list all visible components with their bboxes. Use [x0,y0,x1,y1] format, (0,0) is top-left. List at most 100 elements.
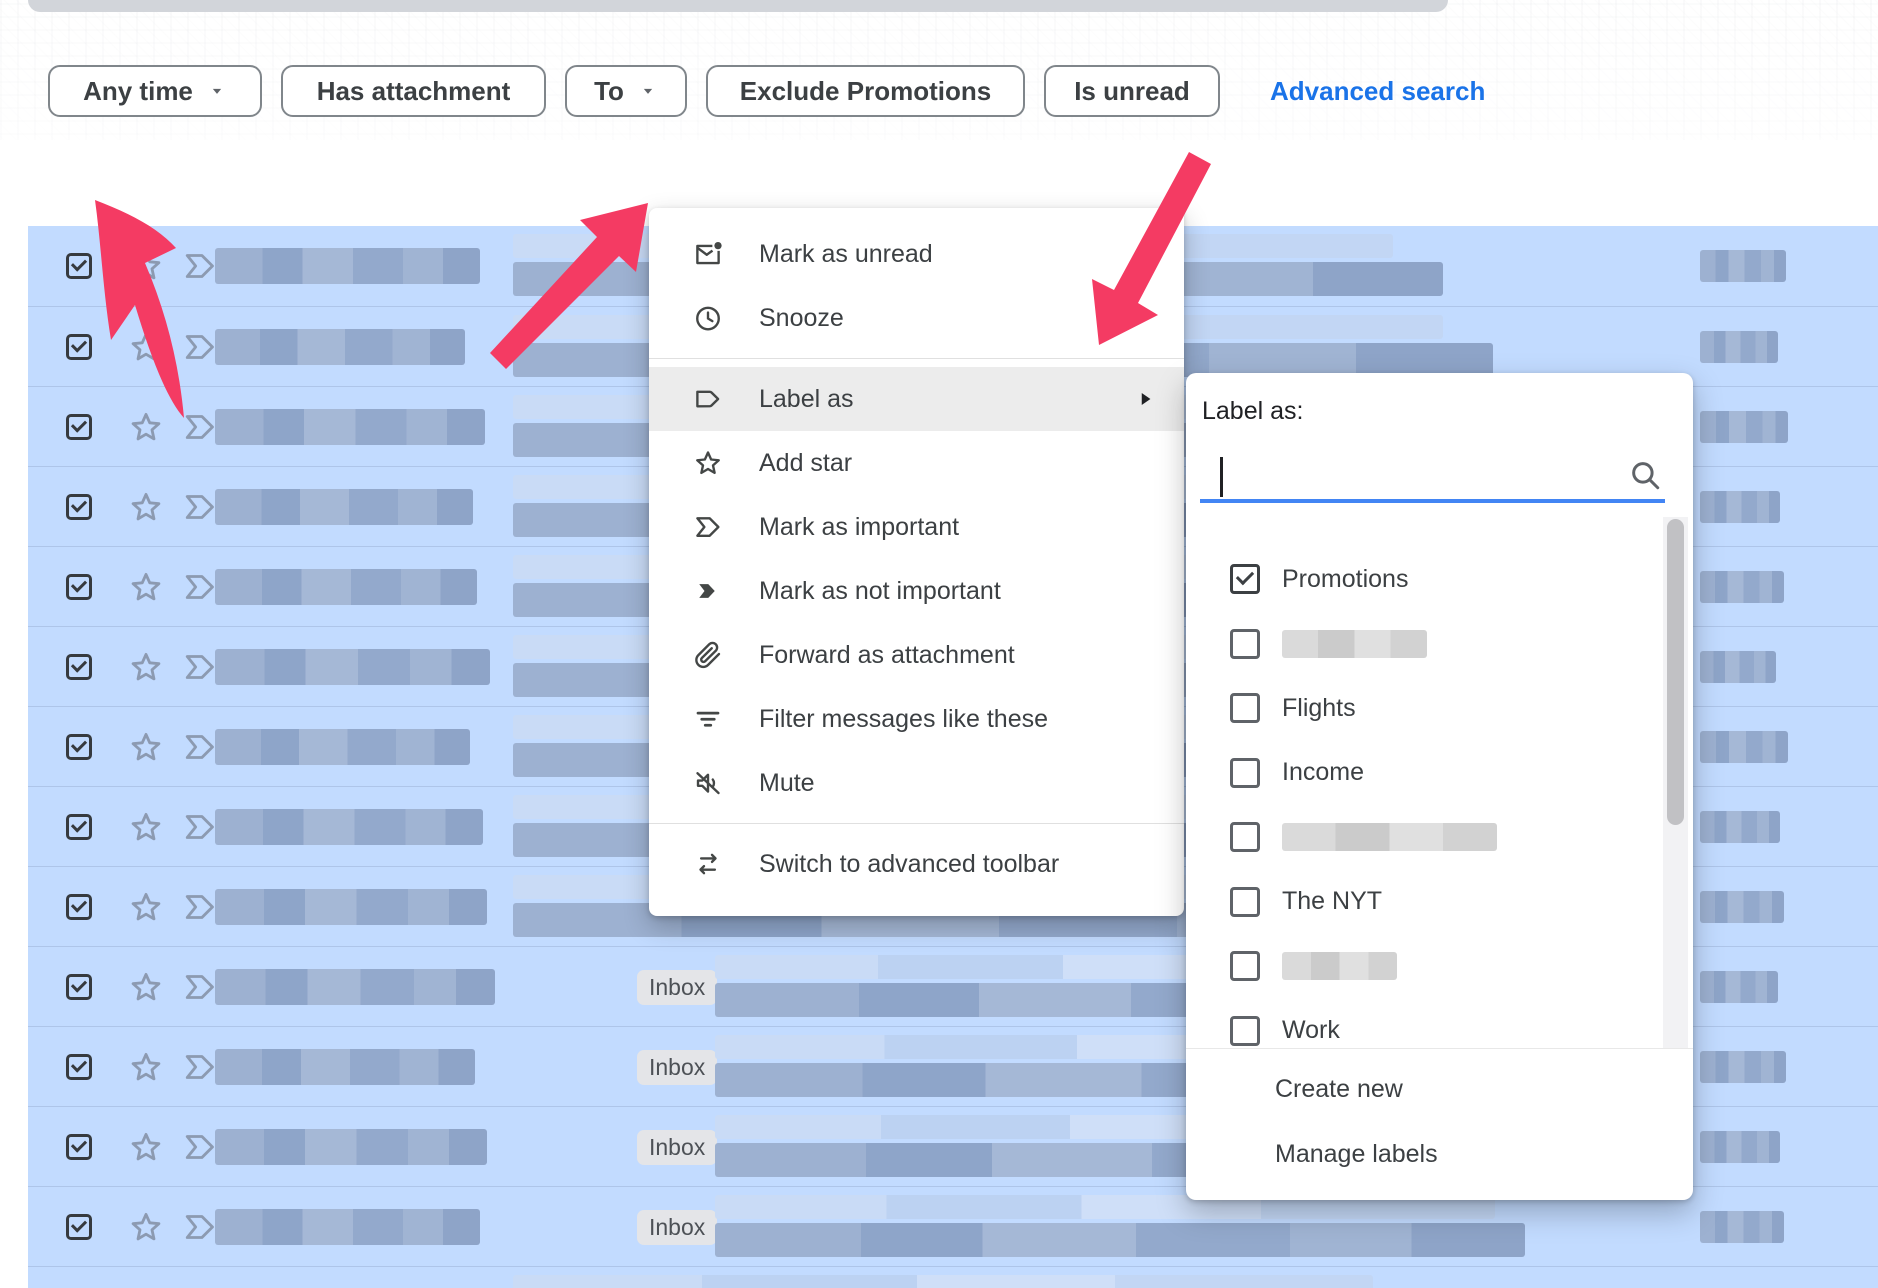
label-option[interactable]: Flights [1186,676,1693,741]
star-icon[interactable] [128,889,164,925]
blurred-date-text [1700,971,1778,1003]
menu-item-filter-messages[interactable]: Filter messages like these [649,687,1184,751]
blurred-sender-text [215,889,487,925]
filter-chip-exclude-promotions[interactable]: Exclude Promotions [706,65,1025,117]
star-icon[interactable] [128,1129,164,1165]
email-row[interactable] [28,1266,1878,1288]
label-checkbox[interactable] [1230,822,1260,852]
window-top-edge [28,0,1448,12]
blurred-sender-text [215,248,480,284]
filter-chip-to[interactable]: To [565,65,687,117]
row-checkbox[interactable] [66,654,92,680]
row-checkbox[interactable] [66,574,92,600]
star-icon[interactable] [128,329,164,365]
create-new-label-button[interactable]: Create new [1275,1075,1403,1104]
blurred-date-text [1700,491,1780,523]
importance-marker-icon[interactable] [182,1209,218,1245]
menu-item-snooze[interactable]: Snooze [649,286,1184,350]
menu-item-mute[interactable]: Mute [649,751,1184,815]
label-checkbox[interactable] [1230,1016,1260,1046]
menu-item-switch-to-advanced-toolbar[interactable]: Switch to advanced toolbar [649,832,1184,896]
menu-item-mark-as-not-important[interactable]: Mark as not important [649,559,1184,623]
inbox-label-chip[interactable]: Inbox [637,1210,717,1245]
importance-marker-icon[interactable] [182,248,218,284]
star-icon[interactable] [128,409,164,445]
chip-label: Any time [83,76,193,107]
row-checkbox[interactable] [66,1054,92,1080]
blurred-date-text [1700,571,1784,603]
importance-marker-icon[interactable] [182,729,218,765]
star-icon[interactable] [128,1209,164,1245]
menu-item-mark-as-unread[interactable]: Mark as unread [649,222,1184,286]
label-option[interactable]: Income [1186,741,1693,806]
scrollbar-thumb[interactable] [1667,519,1684,825]
switch-toolbar-icon [693,849,723,879]
row-checkbox[interactable] [66,334,92,360]
star-icon[interactable] [128,569,164,605]
label-option[interactable] [1186,612,1693,677]
row-checkbox[interactable] [66,494,92,520]
inbox-label-chip[interactable]: Inbox [637,1130,717,1165]
filter-chip-is-unread[interactable]: Is unread [1044,65,1220,117]
label-icon [693,384,723,414]
label-checkbox[interactable] [1230,758,1260,788]
inbox-label-chip[interactable]: Inbox [637,970,717,1005]
star-icon[interactable] [128,1049,164,1085]
importance-marker-icon[interactable] [182,409,218,445]
star-icon[interactable] [128,248,164,284]
importance-marker-icon[interactable] [182,889,218,925]
star-icon[interactable] [128,809,164,845]
label-checkbox[interactable] [1230,629,1260,659]
row-checkbox[interactable] [66,414,92,440]
not-important-icon [693,576,723,606]
label-option[interactable]: Promotions [1186,547,1693,612]
blurred-date-text [1700,1131,1780,1163]
importance-marker-icon[interactable] [182,969,218,1005]
blurred-sender-text [215,489,473,525]
advanced-search-link[interactable]: Advanced search [1270,76,1485,107]
row-checkbox[interactable] [66,253,92,279]
importance-marker-icon[interactable] [182,329,218,365]
menu-item-label-as[interactable]: Label as [649,367,1184,431]
importance-marker-icon[interactable] [182,1129,218,1165]
importance-marker-icon[interactable] [182,649,218,685]
blurred-sender-text [215,729,470,765]
row-checkbox[interactable] [66,814,92,840]
blurred-date-text [1700,1211,1784,1243]
star-icon[interactable] [128,649,164,685]
star-icon[interactable] [128,489,164,525]
label-option[interactable] [1186,805,1693,870]
menu-item-mark-as-important[interactable]: Mark as important [649,495,1184,559]
label-search-input[interactable] [1200,451,1665,503]
row-checkbox[interactable] [66,974,92,1000]
blurred-date-text [1700,411,1788,443]
blurred-sender-text [215,569,477,605]
blurred-date-text [1700,651,1776,683]
importance-marker-icon[interactable] [182,1049,218,1085]
filter-chip-any-time[interactable]: Any time [48,65,262,117]
manage-labels-button[interactable]: Manage labels [1275,1140,1438,1169]
importance-marker-icon[interactable] [182,809,218,845]
label-checkbox[interactable] [1230,693,1260,723]
label-name: Promotions [1282,565,1408,594]
label-checkbox[interactable] [1230,564,1260,594]
row-checkbox[interactable] [66,734,92,760]
importance-marker-icon[interactable] [182,489,218,525]
label-checkbox[interactable] [1230,887,1260,917]
label-checkbox[interactable] [1230,951,1260,981]
chip-label: Is unread [1074,76,1190,107]
menu-item-forward-as-attachment[interactable]: Forward as attachment [649,623,1184,687]
importance-marker-icon[interactable] [182,569,218,605]
row-checkbox[interactable] [66,1214,92,1240]
star-icon[interactable] [128,729,164,765]
menu-item-add-star[interactable]: Add star [649,431,1184,495]
filter-chip-has-attachment[interactable]: Has attachment [281,65,546,117]
row-checkbox[interactable] [66,1134,92,1160]
inbox-label-chip[interactable]: Inbox [637,1050,717,1085]
attachment-icon [693,640,723,670]
label-option[interactable]: Work [1186,999,1693,1064]
star-icon[interactable] [128,969,164,1005]
label-option[interactable]: The NYT [1186,870,1693,935]
row-checkbox[interactable] [66,894,92,920]
label-option[interactable] [1186,934,1693,999]
